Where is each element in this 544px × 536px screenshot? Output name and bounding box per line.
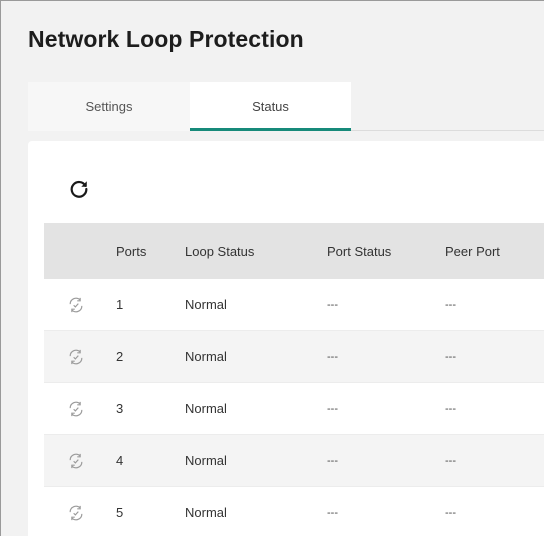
peer-port: --- [445, 298, 456, 311]
loop-status-table: Ports Loop Status Port Status Peer Port … [44, 223, 544, 536]
port-number: 4 [116, 453, 124, 468]
refresh-icon [70, 180, 88, 198]
tab-status[interactable]: Status [190, 82, 351, 131]
header-loop-status: Loop Status [185, 243, 255, 259]
port-status: --- [327, 454, 338, 467]
loop-status: Normal [185, 297, 227, 312]
port-status: --- [327, 506, 338, 519]
table-row: 5 Normal --- --- [44, 487, 544, 536]
port-number: 5 [116, 505, 124, 520]
port-number: 1 [116, 297, 124, 312]
tab-settings[interactable]: Settings [28, 82, 190, 131]
loop-sync-icon [66, 383, 86, 434]
header-peer-port: Peer Port [445, 243, 500, 259]
header-port-status: Port Status [327, 243, 392, 259]
loop-sync-icon [66, 279, 86, 330]
loop-sync-icon [66, 487, 86, 536]
port-status: --- [327, 350, 338, 363]
tab-bar: Settings Status [28, 82, 544, 131]
peer-port: --- [445, 506, 456, 519]
table-row: 1 Normal --- --- [44, 279, 544, 331]
loop-sync-icon [66, 331, 86, 382]
loop-status: Normal [185, 401, 227, 416]
port-number: 3 [116, 401, 124, 416]
port-number: 2 [116, 349, 124, 364]
header-ports: Ports [116, 243, 147, 259]
port-status: --- [327, 298, 338, 311]
peer-port: --- [445, 402, 456, 415]
loop-status: Normal [185, 349, 227, 364]
table-row: 4 Normal --- --- [44, 435, 544, 487]
loop-sync-icon [66, 435, 86, 486]
table-row: 3 Normal --- --- [44, 383, 544, 435]
loop-status: Normal [185, 453, 227, 468]
page-title: Network Loop Protection [28, 26, 304, 52]
table-header: Ports Loop Status Port Status Peer Port [44, 223, 544, 279]
peer-port: --- [445, 350, 456, 363]
port-status: --- [327, 402, 338, 415]
peer-port: --- [445, 454, 456, 467]
status-panel: Ports Loop Status Port Status Peer Port … [28, 141, 544, 536]
loop-status: Normal [185, 505, 227, 520]
refresh-button[interactable] [68, 178, 90, 200]
table-row: 2 Normal --- --- [44, 331, 544, 383]
